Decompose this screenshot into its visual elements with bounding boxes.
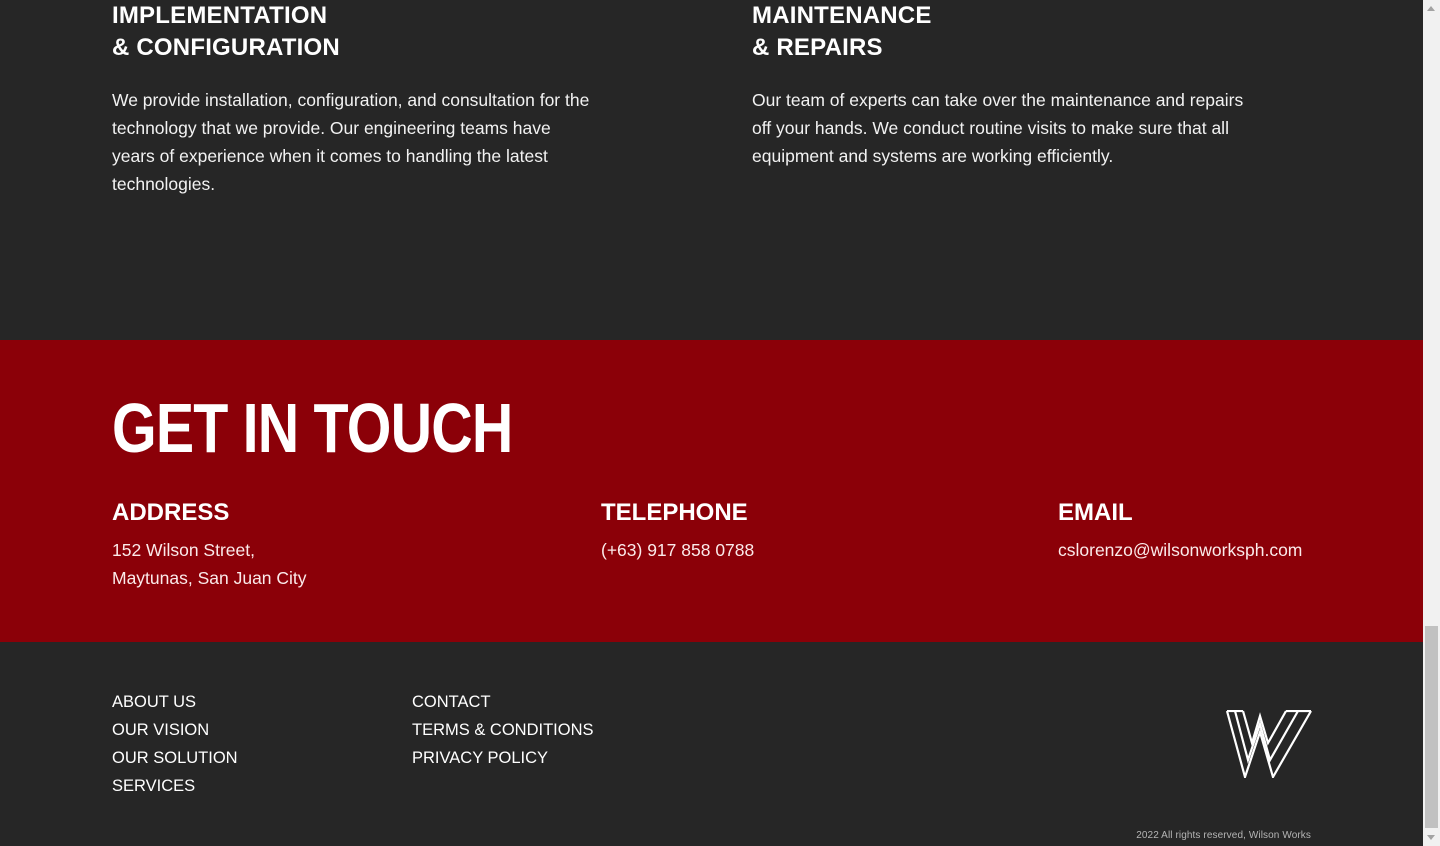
service-title-line: MAINTENANCE (752, 2, 932, 29)
address-line-1: 152 Wilson Street, (112, 540, 255, 560)
contact-email: EMAIL cslorenzo@wilsonworksph.com (1058, 498, 1302, 564)
service-implementation: IMPLEMENTATION & CONFIGURATION We provid… (112, 0, 592, 198)
footer-link-services[interactable]: SERVICES (112, 772, 238, 800)
telephone-value[interactable]: (+63) 917 858 0788 (601, 536, 754, 564)
service-description: We provide installation, configuration, … (112, 90, 590, 194)
wilson-works-logo-icon[interactable] (1226, 710, 1312, 778)
telephone-label: TELEPHONE (601, 499, 748, 526)
service-title-line: & REPAIRS (752, 34, 883, 61)
footer-link-our-solution[interactable]: OUR SOLUTION (112, 744, 238, 772)
page: IMPLEMENTATION & CONFIGURATION We provid… (0, 0, 1423, 846)
contact-address: ADDRESS 152 Wilson Street, Maytunas, San… (112, 498, 307, 592)
service-title-line: IMPLEMENTATION (112, 2, 328, 29)
footer-link-privacy[interactable]: PRIVACY POLICY (412, 744, 594, 772)
footer-links-secondary: CONTACT TERMS & CONDITIONS PRIVACY POLIC… (412, 688, 594, 772)
contact-telephone: TELEPHONE (+63) 917 858 0788 (601, 498, 754, 564)
email-value[interactable]: cslorenzo@wilsonworksph.com (1058, 536, 1302, 564)
services-section: IMPLEMENTATION & CONFIGURATION We provid… (0, 0, 1423, 340)
footer: ABOUT US OUR VISION OUR SOLUTION SERVICE… (0, 642, 1423, 846)
contact-heading: GET IN TOUCH (112, 389, 513, 467)
scroll-down-arrow-icon[interactable] (1423, 829, 1440, 846)
contact-section: GET IN TOUCH ADDRESS 152 Wilson Street, … (0, 340, 1423, 642)
footer-link-contact[interactable]: CONTACT (412, 688, 594, 716)
copyright-text: 2022 All rights reserved, Wilson Works (1136, 830, 1311, 841)
service-description: Our team of experts can take over the ma… (752, 90, 1244, 166)
footer-link-terms[interactable]: TERMS & CONDITIONS (412, 716, 594, 744)
footer-link-our-vision[interactable]: OUR VISION (112, 716, 238, 744)
footer-links-primary: ABOUT US OUR VISION OUR SOLUTION SERVICE… (112, 688, 238, 800)
email-label: EMAIL (1058, 499, 1133, 526)
service-title-line: & CONFIGURATION (112, 34, 340, 61)
service-title: IMPLEMENTATION & CONFIGURATION (112, 0, 592, 64)
address-line-2: Maytunas, San Juan City (112, 568, 307, 588)
service-title: MAINTENANCE & REPAIRS (752, 0, 1252, 64)
scrollbar-thumb[interactable] (1425, 626, 1438, 828)
vertical-scrollbar[interactable] (1423, 0, 1440, 846)
footer-link-about-us[interactable]: ABOUT US (112, 688, 238, 716)
address-label: ADDRESS (112, 499, 230, 526)
service-maintenance: MAINTENANCE & REPAIRS Our team of expert… (752, 0, 1252, 170)
scroll-up-arrow-icon[interactable] (1423, 0, 1440, 17)
